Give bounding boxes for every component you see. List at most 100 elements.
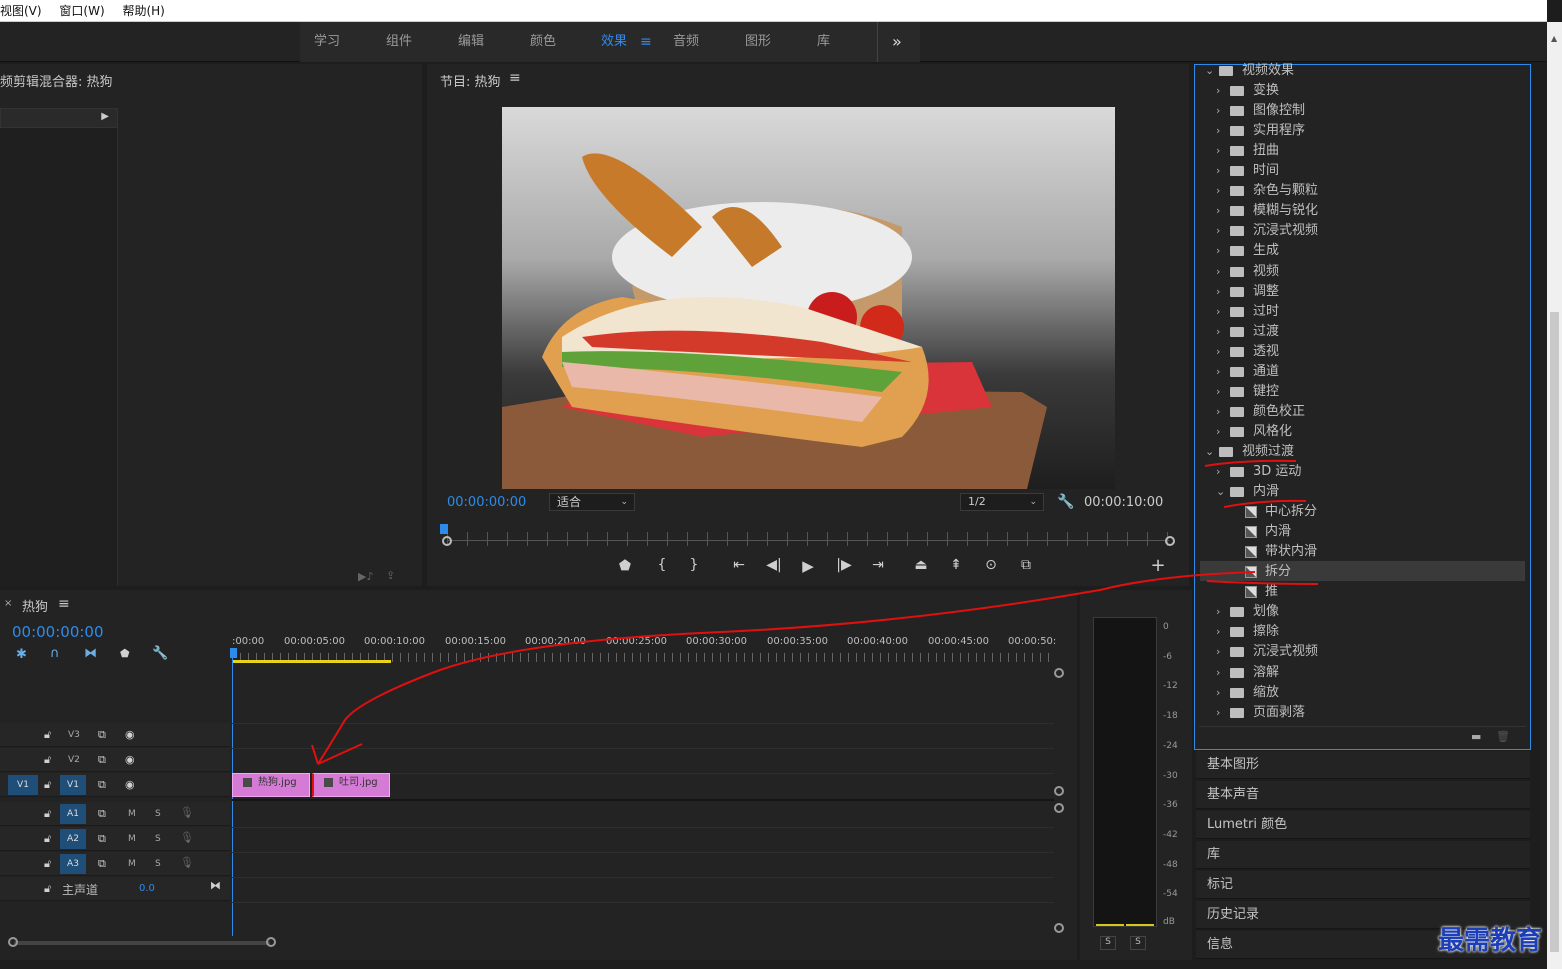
source-patch-v1[interactable]: V1: [8, 775, 38, 795]
effect-folder[interactable]: › 沉浸式视频: [1205, 221, 1525, 241]
chevron-right-icon[interactable]: ›: [1216, 462, 1226, 482]
solo-right-button[interactable]: S: [1130, 936, 1146, 950]
chevron-right-icon[interactable]: ›: [1216, 302, 1226, 322]
effect-folder[interactable]: › 时间: [1205, 161, 1525, 181]
add-marker-icon[interactable]: ⬟: [120, 647, 130, 660]
lock-icon[interactable]: 🔓︎: [44, 753, 51, 767]
chevron-right-icon[interactable]: ›: [1216, 402, 1226, 422]
sync-lock-icon[interactable]: ⧉: [98, 778, 106, 792]
menu-view[interactable]: 视图(V): [0, 0, 42, 22]
transition-item[interactable]: 拆分: [1205, 562, 1525, 582]
transition-item[interactable]: 带状内滑: [1205, 542, 1525, 562]
linked-selection-icon[interactable]: ⧓: [84, 646, 97, 661]
time-ruler[interactable]: [447, 532, 1169, 546]
window-scrollbar[interactable]: ▲: [1547, 22, 1562, 969]
effect-folder[interactable]: › 杂色与颗粒: [1205, 181, 1525, 201]
chevron-right-icon[interactable]: ›: [1216, 342, 1226, 362]
mute-button[interactable]: M: [128, 834, 136, 844]
step-back-icon[interactable]: ◀|: [763, 557, 785, 573]
effect-folder[interactable]: › 颜色校正: [1205, 402, 1525, 422]
chevron-right-icon[interactable]: ›: [1216, 642, 1226, 662]
side-panel-tab[interactable]: 基本图形: [1196, 751, 1530, 779]
resolution-select[interactable]: 1/2 ⌄: [960, 493, 1044, 511]
eye-icon[interactable]: ◉: [125, 728, 135, 741]
transition-folder[interactable]: › 溶解: [1205, 663, 1525, 683]
chevron-right-icon[interactable]: ›: [1216, 663, 1226, 683]
effect-folder[interactable]: › 图像控制: [1205, 101, 1525, 121]
work-area-bar[interactable]: [232, 660, 391, 663]
timeline-playhead[interactable]: [230, 648, 237, 658]
effect-folder[interactable]: › 扭曲: [1205, 141, 1525, 161]
scroll-thumb[interactable]: [1550, 312, 1559, 952]
play-icon[interactable]: ▶: [797, 557, 819, 575]
chevron-right-icon[interactable]: ›: [1216, 602, 1226, 622]
go-to-end-icon[interactable]: ⧓: [210, 879, 221, 892]
transition-folder[interactable]: › 擦除: [1205, 622, 1525, 642]
chevron-down-icon[interactable]: ⌄: [1216, 482, 1226, 502]
chevron-right-icon[interactable]: ›: [1216, 221, 1226, 241]
effect-folder[interactable]: › 实用程序: [1205, 121, 1525, 141]
menu-help[interactable]: 帮助(H): [122, 0, 164, 22]
microphone-icon[interactable]: 🎙︎: [180, 806, 194, 819]
export-icon[interactable]: ⇪: [386, 569, 395, 582]
chevron-down-icon[interactable]: ⌄: [1205, 61, 1215, 81]
transition-folder[interactable]: › 划像: [1205, 602, 1525, 622]
effect-folder[interactable]: › 调整: [1205, 282, 1525, 302]
zoom-handle-left[interactable]: [8, 937, 18, 947]
chevron-right-icon[interactable]: ›: [1216, 201, 1226, 221]
track-target-a1[interactable]: A1: [60, 804, 86, 824]
effect-folder[interactable]: › 键控: [1205, 382, 1525, 402]
effect-folder[interactable]: › 风格化: [1205, 422, 1525, 442]
eye-icon[interactable]: ◉: [125, 753, 135, 766]
tab-graphics[interactable]: 图形: [745, 22, 771, 62]
zoom-select[interactable]: 适合 ⌄: [549, 493, 635, 511]
track-label[interactable]: V2: [68, 755, 80, 765]
lock-icon[interactable]: 🔓︎: [44, 832, 51, 846]
effect-folder[interactable]: › 模糊与锐化: [1205, 201, 1525, 221]
lock-icon[interactable]: 🔓︎: [44, 857, 51, 871]
chevron-down-icon[interactable]: ⌄: [1205, 442, 1215, 462]
transition-item[interactable]: 内滑: [1205, 522, 1525, 542]
effect-folder[interactable]: › 生成: [1205, 241, 1525, 261]
track-target-a3[interactable]: A3: [60, 854, 86, 874]
mute-button[interactable]: M: [128, 859, 136, 869]
more-tabs-button[interactable]: »: [892, 22, 902, 62]
sync-lock-icon[interactable]: ⧉: [98, 753, 106, 767]
settings-wrench-icon[interactable]: 🔧: [1057, 494, 1074, 510]
go-to-out-icon[interactable]: ⇥: [867, 557, 889, 573]
chevron-right-icon[interactable]: ›: [1216, 683, 1226, 703]
effect-folder[interactable]: › 过渡: [1205, 322, 1525, 342]
vertical-zoom-handle[interactable]: [1054, 923, 1064, 933]
nest-icon[interactable]: ✱: [16, 647, 27, 662]
chevron-right-icon[interactable]: ›: [1216, 422, 1226, 442]
chevron-right-icon[interactable]: ›: [1216, 322, 1226, 342]
solo-button[interactable]: S: [155, 859, 161, 869]
loop-icon[interactable]: ▶♪: [358, 570, 373, 583]
sync-lock-icon[interactable]: ⧉: [98, 728, 106, 742]
panel-menu-icon[interactable]: ≡: [509, 70, 521, 86]
lock-icon[interactable]: 🔓︎: [44, 778, 51, 792]
comparison-view-icon[interactable]: ⧉: [1015, 557, 1037, 573]
mute-button[interactable]: M: [128, 809, 136, 819]
go-to-in-icon[interactable]: ⇤: [728, 557, 750, 573]
chevron-right-icon[interactable]: ›: [1216, 622, 1226, 642]
sync-lock-icon[interactable]: ⧉: [98, 807, 106, 821]
side-panel-tab[interactable]: 基本声音: [1196, 781, 1530, 809]
tab-color[interactable]: 颜色: [530, 22, 556, 62]
track-target-a2[interactable]: A2: [60, 829, 86, 849]
chevron-right-icon[interactable]: ›: [1216, 181, 1226, 201]
effect-folder[interactable]: › 变换: [1205, 81, 1525, 101]
mark-in-icon[interactable]: {: [651, 557, 673, 573]
program-timecode-in[interactable]: 00:00:00:00: [447, 495, 526, 510]
microphone-icon[interactable]: 🎙︎: [180, 856, 194, 869]
transition-item[interactable]: 中心拆分: [1205, 502, 1525, 522]
effects-category-video-transitions[interactable]: ⌄ 视频过渡: [1205, 442, 1525, 462]
chevron-right-icon[interactable]: ›: [1216, 101, 1226, 121]
vertical-zoom-handle[interactable]: [1054, 803, 1064, 813]
play-triangle-icon[interactable]: ▶: [101, 111, 109, 122]
lock-icon[interactable]: 🔓︎: [44, 882, 51, 896]
effect-folder[interactable]: › 过时: [1205, 302, 1525, 322]
snap-magnet-icon[interactable]: ∩: [50, 646, 60, 661]
transition-folder[interactable]: › 页面剥落: [1205, 703, 1525, 723]
chevron-right-icon[interactable]: ›: [1216, 141, 1226, 161]
